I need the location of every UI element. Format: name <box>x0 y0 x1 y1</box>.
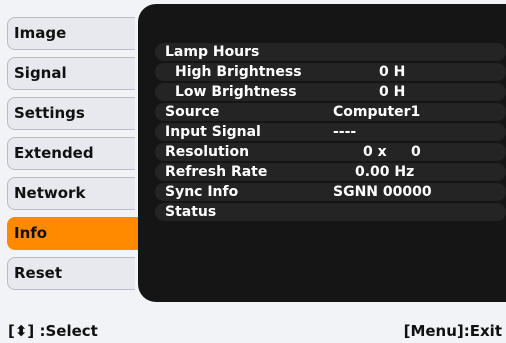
info-list: Lamp Hours High Brightness 0 H Low Brigh… <box>155 43 506 223</box>
info-row-resolution: Resolution 0 x 0 <box>155 143 506 161</box>
info-row-source: Source Computer1 <box>155 103 506 121</box>
info-value: 0 H <box>379 84 406 100</box>
info-label: Input Signal <box>165 124 261 140</box>
info-row-status: Status <box>155 203 506 221</box>
info-value: 0 H <box>379 64 406 80</box>
info-label: Lamp Hours <box>165 44 260 60</box>
info-row-sync-info: Sync Info SGNN 00000 <box>155 183 506 201</box>
info-value: 0.00 Hz <box>355 164 415 180</box>
info-label: Source <box>165 104 220 120</box>
info-label: High Brightness <box>175 64 302 80</box>
info-label: Status <box>165 204 217 220</box>
menu-item-network[interactable]: Network <box>7 177 135 210</box>
info-row-input-signal: Input Signal ---- <box>155 123 506 141</box>
menu-item-signal[interactable]: Signal <box>7 57 135 90</box>
info-label: Refresh Rate <box>165 164 268 180</box>
info-row-lamp-hours: Lamp Hours <box>155 43 506 61</box>
menu-item-info[interactable]: Info <box>7 217 146 250</box>
info-row-high-brightness: High Brightness 0 H <box>155 63 506 81</box>
info-value: Computer1 <box>333 104 421 120</box>
info-value: ---- <box>333 124 357 140</box>
menu-item-image[interactable]: Image <box>7 17 135 50</box>
menu-item-reset[interactable]: Reset <box>7 257 135 290</box>
info-value: 0 x 0 <box>363 144 421 160</box>
info-label: Resolution <box>165 144 250 160</box>
select-hint: [⬍] :Select <box>8 322 98 340</box>
info-label: Sync Info <box>165 184 239 200</box>
info-value: SGNN 00000 <box>333 184 432 200</box>
info-label: Low Brightness <box>175 84 297 100</box>
info-row-low-brightness: Low Brightness 0 H <box>155 83 506 101</box>
exit-hint: [Menu]:Exit <box>403 322 502 340</box>
menu-item-extended[interactable]: Extended <box>7 137 135 170</box>
main-menu: Image Signal Settings Extended Network I… <box>0 0 150 300</box>
footer-bar: [⬍] :Select [Menu]:Exit <box>0 320 506 343</box>
menu-item-settings[interactable]: Settings <box>7 97 135 130</box>
info-row-refresh-rate: Refresh Rate 0.00 Hz <box>155 163 506 181</box>
